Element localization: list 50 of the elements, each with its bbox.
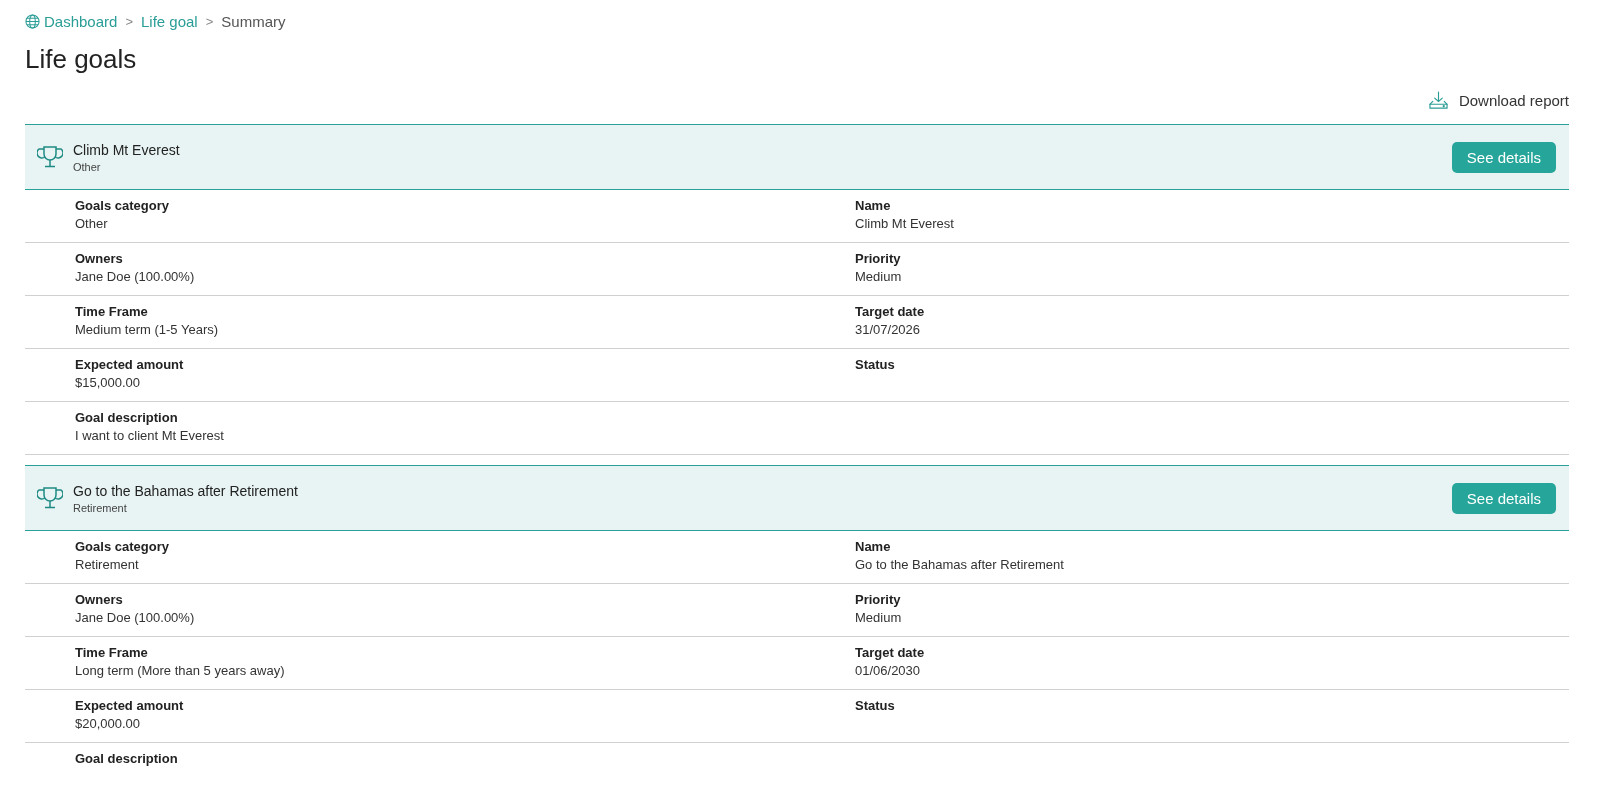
field-label: Target date — [855, 645, 925, 660]
field-value: Medium — [855, 610, 902, 625]
globe-icon — [25, 13, 40, 29]
field-label: Priority — [855, 592, 901, 607]
field-value: 01/06/2030 — [855, 663, 921, 678]
field-label: Target date — [855, 304, 925, 319]
goal-title: Go to the Bahamas after Retirement — [73, 482, 299, 499]
field-label: Goals category — [75, 539, 169, 554]
see-details-button[interactable]: See details — [1451, 482, 1556, 514]
field-value: Climb Mt Everest — [855, 216, 954, 231]
breadcrumb-link[interactable]: Dashboard — [44, 12, 118, 30]
field-value: Medium term (1-5 Years) — [75, 322, 219, 337]
trophy-icon — [37, 486, 63, 510]
field-label: Expected amount — [75, 357, 184, 372]
trophy-icon — [37, 145, 63, 169]
field-label: Status — [855, 698, 895, 713]
field-label: Name — [855, 198, 891, 213]
field-label: Name — [855, 539, 891, 554]
field-label: Priority — [855, 251, 901, 266]
field-value: I want to client Mt Everest — [75, 428, 224, 443]
field-label: Time Frame — [75, 304, 148, 319]
see-details-button[interactable]: See details — [1451, 141, 1556, 173]
field-label: Owners — [75, 592, 123, 607]
field-label: Expected amount — [75, 698, 184, 713]
download-icon — [1427, 91, 1449, 110]
field-label: Time Frame — [75, 645, 148, 660]
field-value: 31/07/2026 — [855, 322, 921, 337]
field-value: Retirement — [75, 557, 139, 572]
field-value: Long term (More than 5 years away) — [75, 663, 285, 678]
breadcrumb-current: Summary — [221, 12, 286, 30]
breadcrumb-link[interactable]: Life goal — [141, 12, 198, 30]
field-value: Medium — [855, 269, 902, 284]
field-label: Goals category — [75, 198, 169, 213]
field-label: Goal description — [75, 410, 178, 425]
field-value: Jane Doe (100.00%) — [75, 269, 195, 284]
download-report-button[interactable]: Download report — [1427, 91, 1569, 110]
field-value: $20,000.00 — [75, 716, 141, 731]
breadcrumb-separator: > — [205, 13, 214, 29]
goal-title: Climb Mt Everest — [73, 141, 181, 158]
field-label: Owners — [75, 251, 123, 266]
field-label: Goal description — [75, 751, 178, 766]
goal-category: Other — [73, 160, 102, 173]
field-value: Other — [75, 216, 108, 231]
field-value: $15,000.00 — [75, 375, 141, 390]
field-value: Jane Doe (100.00%) — [75, 610, 195, 625]
breadcrumb-separator: > — [125, 13, 133, 29]
goal-category: Retirement — [73, 501, 128, 514]
field-label: Status — [855, 357, 895, 372]
page-title: Life goals — [25, 44, 138, 75]
field-value: Go to the Bahamas after Retirement — [855, 557, 1064, 572]
